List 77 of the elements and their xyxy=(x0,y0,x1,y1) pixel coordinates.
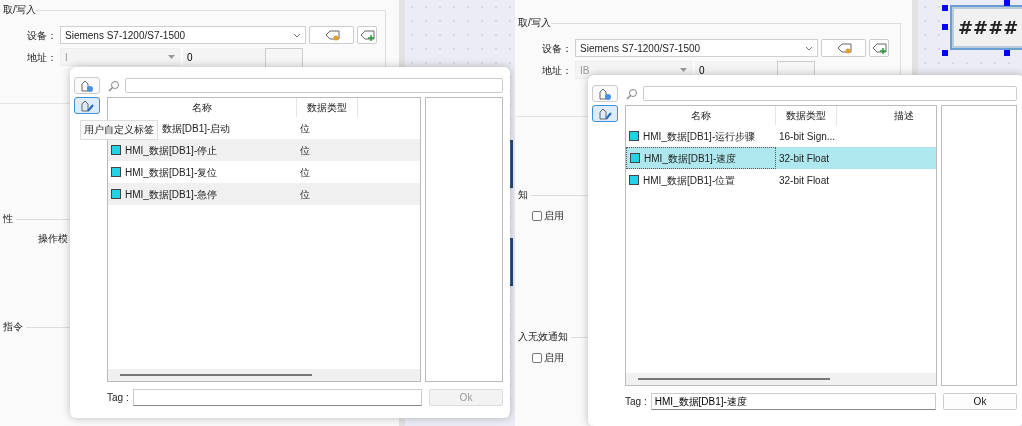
caret-icon xyxy=(680,68,687,72)
data-type: 16-bit Sign... xyxy=(778,129,837,144)
resize-handle[interactable] xyxy=(1004,50,1010,56)
tag-globe-icon xyxy=(598,87,612,100)
add-tag-button[interactable] xyxy=(869,39,889,57)
search-icon xyxy=(108,79,120,92)
section-title: 知 xyxy=(518,189,528,201)
tag-globe-button[interactable] xyxy=(592,85,618,102)
group-title: 取/写入 xyxy=(3,4,36,15)
data-type: 32-bit Float xyxy=(778,173,831,188)
tag-row[interactable]: HMI_数据[DB1]-位置 32-bit Float xyxy=(626,169,936,191)
tag-plus-icon xyxy=(870,42,888,54)
section-title: 入无效通知 xyxy=(518,331,568,343)
device-dropdown[interactable]: Siemens S7-1200/S7-1500 xyxy=(575,39,818,57)
search-icon xyxy=(626,87,638,100)
tag-row[interactable]: HMI_数据[DB1]-复位 位 xyxy=(108,161,420,183)
data-type: 位 xyxy=(299,143,311,158)
add-tag-button[interactable] xyxy=(357,26,377,44)
column-header[interactable]: 描述 xyxy=(837,106,936,125)
tooltip: 用户自定义标签 xyxy=(80,120,158,140)
search-field[interactable] xyxy=(643,86,1017,101)
field-label: 地址： xyxy=(26,50,58,65)
tag-plus-icon xyxy=(358,29,376,41)
tag-edit-button[interactable] xyxy=(74,97,100,114)
search-field[interactable] xyxy=(125,78,503,93)
scrollbar[interactable] xyxy=(108,369,420,381)
data-type: 位 xyxy=(299,165,311,180)
column-header[interactable]: 数据类型 xyxy=(776,106,837,125)
chevron-icon xyxy=(805,45,813,51)
tag-name: HMI_数据[DB1]-运行步骤 xyxy=(643,129,756,144)
chevron-icon xyxy=(293,32,301,38)
tag-row[interactable]: HMI_数据[DB1]-急停 位 xyxy=(108,183,420,205)
group-title: 取/写入 xyxy=(518,17,551,28)
tag-field[interactable]: HMI_数据[DB1]-速度 xyxy=(650,393,936,410)
tag-name: HMI_数据[DB1]-复位 xyxy=(125,165,218,180)
address-field[interactable]: 0 xyxy=(183,48,265,66)
tag-edit-button[interactable] xyxy=(592,105,618,122)
section-title: 性 xyxy=(3,213,13,225)
tag-label: Tag : xyxy=(107,391,129,405)
tag-label: Tag : xyxy=(625,395,647,409)
field-label: 设备： xyxy=(541,41,573,56)
tag-row[interactable]: HMI_数据[DB1]-停止 位 xyxy=(108,139,420,161)
tag-row[interactable]: HMI_数据[DB1]-速度 32-bit Float xyxy=(626,147,936,169)
enable-checkbox[interactable]: 启用 xyxy=(532,352,564,364)
field-label: 地址： xyxy=(541,63,573,78)
column-header[interactable]: 名称 xyxy=(626,106,776,125)
tag-row[interactable]: HMI_数据[DB1]-运行步骤 16-bit Sign... xyxy=(626,125,936,147)
data-type: 位 xyxy=(299,121,311,136)
section-title: 指令 xyxy=(3,321,23,333)
resize-handle[interactable] xyxy=(1004,0,1010,6)
field-label: 操作模 xyxy=(38,233,68,245)
tag-field[interactable] xyxy=(132,389,422,406)
tag-pencil-icon xyxy=(80,99,94,112)
column-header[interactable]: 数据类型 xyxy=(297,98,358,117)
tag-button[interactable] xyxy=(821,39,866,57)
enable-checkbox[interactable]: 启用 xyxy=(532,210,564,222)
data-type: 位 xyxy=(299,187,311,202)
ok-button[interactable]: Ok xyxy=(943,393,1017,410)
data-type: 32-bit Float xyxy=(778,151,831,166)
tag-globe-button[interactable] xyxy=(74,77,100,94)
tag-button[interactable] xyxy=(309,26,354,44)
caret-icon xyxy=(168,55,175,59)
tag-name: HMI_数据[DB1]-急停 xyxy=(125,187,218,202)
tag-name: HMI_数据[DB1]-速度 xyxy=(644,151,737,166)
resize-handle[interactable] xyxy=(942,5,948,11)
tag-name: HMI_数据[DB1]-位置 xyxy=(643,173,736,188)
text-widget[interactable]: #### xyxy=(950,5,1022,50)
field-label: 设备： xyxy=(26,28,58,43)
device-dropdown[interactable]: Siemens S7-1200/S7-1500 xyxy=(60,26,306,44)
tag-globe-icon xyxy=(80,79,94,92)
resize-handle[interactable] xyxy=(942,24,948,30)
resize-handle[interactable] xyxy=(942,50,948,56)
column-header[interactable]: 名称 xyxy=(108,98,297,117)
scrollbar[interactable] xyxy=(626,373,936,385)
tag-name: 数据[DB1]-启动 xyxy=(162,121,231,136)
tag-name: HMI_数据[DB1]-停止 xyxy=(125,143,218,158)
tag-pencil-icon xyxy=(598,107,612,120)
